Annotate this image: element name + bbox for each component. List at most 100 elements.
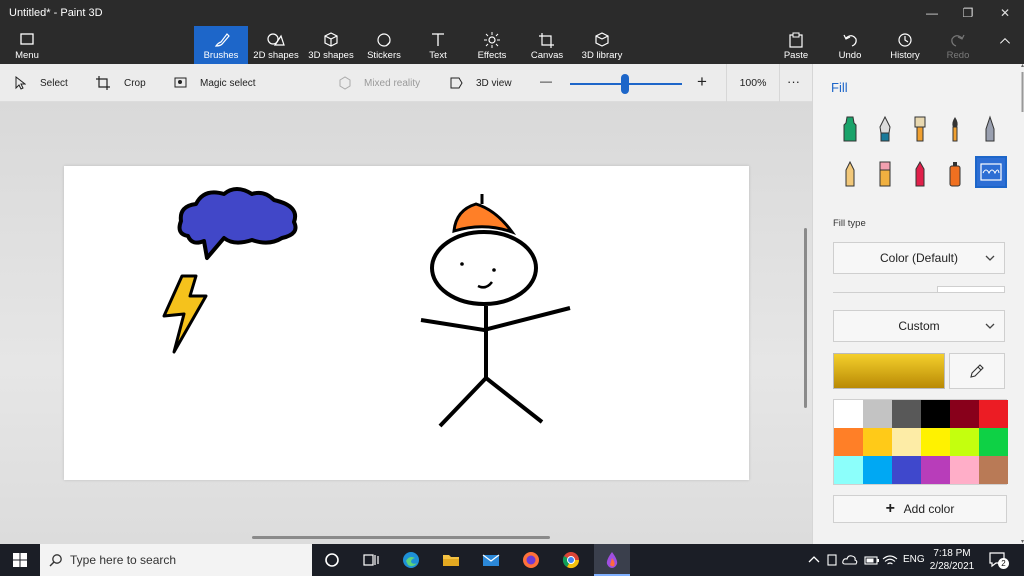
redo-button[interactable]: Redo [938, 26, 978, 64]
fill-brush[interactable] [975, 156, 1007, 188]
more-options-button[interactable]: ··· [787, 74, 800, 89]
zoom-out-button[interactable]: — [540, 74, 552, 88]
tab-brushes[interactable]: Brushes [194, 26, 248, 64]
taskbar-search[interactable]: Type here to search [40, 544, 312, 576]
firefox-icon[interactable] [521, 550, 541, 570]
battery-icon[interactable] [862, 550, 882, 570]
edge-browser-icon[interactable] [401, 550, 421, 570]
panel-title: Fill [831, 80, 848, 95]
file-explorer-icon[interactable] [441, 550, 461, 570]
notifications-button[interactable]: 2 [988, 550, 1010, 570]
palette-swatch[interactable] [863, 428, 892, 456]
eraser-brush[interactable] [870, 159, 900, 189]
palette-swatch[interactable] [950, 428, 979, 456]
crop-tool[interactable]: Crop [96, 76, 146, 90]
zoom-level[interactable]: 100% [726, 64, 780, 102]
notification-count: 2 [998, 558, 1009, 569]
task-view-icon[interactable] [361, 550, 381, 570]
eyedropper-icon [970, 364, 984, 378]
menu-icon [20, 33, 34, 45]
cursor-icon [15, 76, 26, 90]
menu-button[interactable]: Menu [6, 26, 48, 64]
paint3d-icon [606, 552, 618, 568]
palette-swatch[interactable] [979, 456, 1008, 484]
color-mode-dropdown[interactable]: Custom [833, 310, 1005, 342]
windows-start-icon[interactable] [10, 550, 30, 570]
palette-swatch[interactable] [834, 456, 863, 484]
pixel-pen-icon [985, 115, 995, 142]
collapse-ribbon-button[interactable] [990, 26, 1020, 64]
close-button[interactable]: ✕ [987, 4, 1023, 22]
tablet-icon[interactable] [822, 550, 842, 570]
tab-text[interactable]: Text [418, 26, 458, 64]
tab-canvas[interactable]: Canvas [526, 26, 568, 64]
spray-can-brush[interactable] [940, 159, 970, 189]
horizontal-scrollbar[interactable] [252, 536, 550, 539]
chrome-icon[interactable] [561, 550, 581, 570]
tab-3d-library[interactable]: 3D library [578, 26, 626, 64]
palette-swatch[interactable] [979, 400, 1008, 428]
zoom-slider-thumb[interactable] [621, 74, 629, 94]
oil-brush-icon [914, 116, 926, 142]
tab-2d-shapes[interactable]: 2D shapes [250, 26, 302, 64]
watercolor-brush[interactable] [940, 114, 970, 144]
cortana-icon[interactable] [322, 550, 342, 570]
drawing-canvas[interactable] [64, 166, 749, 480]
secondary-toolbar: Select Crop Magic select Mixed reality 3… [0, 64, 812, 102]
3d-view-toggle[interactable]: 3D view [450, 76, 512, 90]
wifi-icon[interactable] [880, 550, 900, 570]
pencil-brush[interactable] [835, 159, 865, 189]
magic-select-icon [174, 77, 187, 88]
zoom-in-button[interactable]: + [697, 72, 707, 92]
fill-type-dropdown[interactable]: Color (Default) [833, 242, 1005, 274]
palette-swatch[interactable] [921, 456, 950, 484]
palette-swatch[interactable] [892, 456, 921, 484]
palette-swatch[interactable] [979, 428, 1008, 456]
palette-swatch[interactable] [892, 400, 921, 428]
oil-brush[interactable] [905, 114, 935, 144]
marker-brush[interactable] [835, 114, 865, 144]
pencil-icon [845, 160, 855, 187]
select-tool[interactable]: Select [14, 76, 68, 90]
palette-swatch[interactable] [863, 400, 892, 428]
undo-button[interactable]: Undo [830, 26, 870, 64]
minimize-button[interactable]: — [914, 4, 950, 22]
tab-3d-shapes[interactable]: 3D shapes [304, 26, 358, 64]
tab-effects[interactable]: Effects [470, 26, 514, 64]
vertical-scrollbar[interactable] [804, 228, 807, 408]
palette-swatch[interactable] [950, 400, 979, 428]
divider [833, 292, 1005, 293]
clock[interactable]: 7:18 PM 2/28/2021 [922, 547, 982, 573]
calligraphy-pen-brush[interactable] [870, 114, 900, 144]
opacity-slider-track[interactable] [937, 286, 1005, 292]
magic-select-tool[interactable]: Magic select [174, 76, 256, 90]
chevron-up-icon[interactable] [804, 550, 824, 570]
palette-swatch[interactable] [892, 428, 921, 456]
current-color-swatch[interactable] [833, 353, 945, 389]
history-button[interactable]: History [884, 26, 926, 64]
chevron-down-icon [985, 323, 995, 329]
palette-swatch[interactable] [921, 428, 950, 456]
crayon-brush[interactable] [905, 159, 935, 189]
panel-scrollbar[interactable] [1020, 64, 1024, 544]
pixel-pen-brush[interactable] [975, 114, 1005, 144]
paint3d-taskbar-button[interactable] [594, 544, 630, 576]
palette-swatch[interactable] [863, 456, 892, 484]
palette-swatch[interactable] [834, 400, 863, 428]
mixed-reality-icon [339, 76, 351, 90]
cloud-icon[interactable] [840, 550, 860, 570]
paste-button[interactable]: Paste [776, 26, 816, 64]
mail-icon[interactable] [481, 550, 501, 570]
drawing [162, 187, 571, 428]
add-color-button[interactable]: + Add color [833, 495, 1007, 523]
palette-swatch[interactable] [921, 400, 950, 428]
3d-view-icon [450, 77, 463, 89]
palette-swatch[interactable] [834, 428, 863, 456]
crayon-icon [915, 160, 925, 187]
effects-icon [484, 32, 500, 48]
eyedropper-button[interactable] [949, 353, 1005, 389]
mixed-reality-tool[interactable]: Mixed reality [338, 76, 420, 90]
tab-stickers[interactable]: Stickers [362, 26, 406, 64]
palette-swatch[interactable] [950, 456, 979, 484]
maximize-button[interactable]: ❐ [950, 4, 986, 22]
